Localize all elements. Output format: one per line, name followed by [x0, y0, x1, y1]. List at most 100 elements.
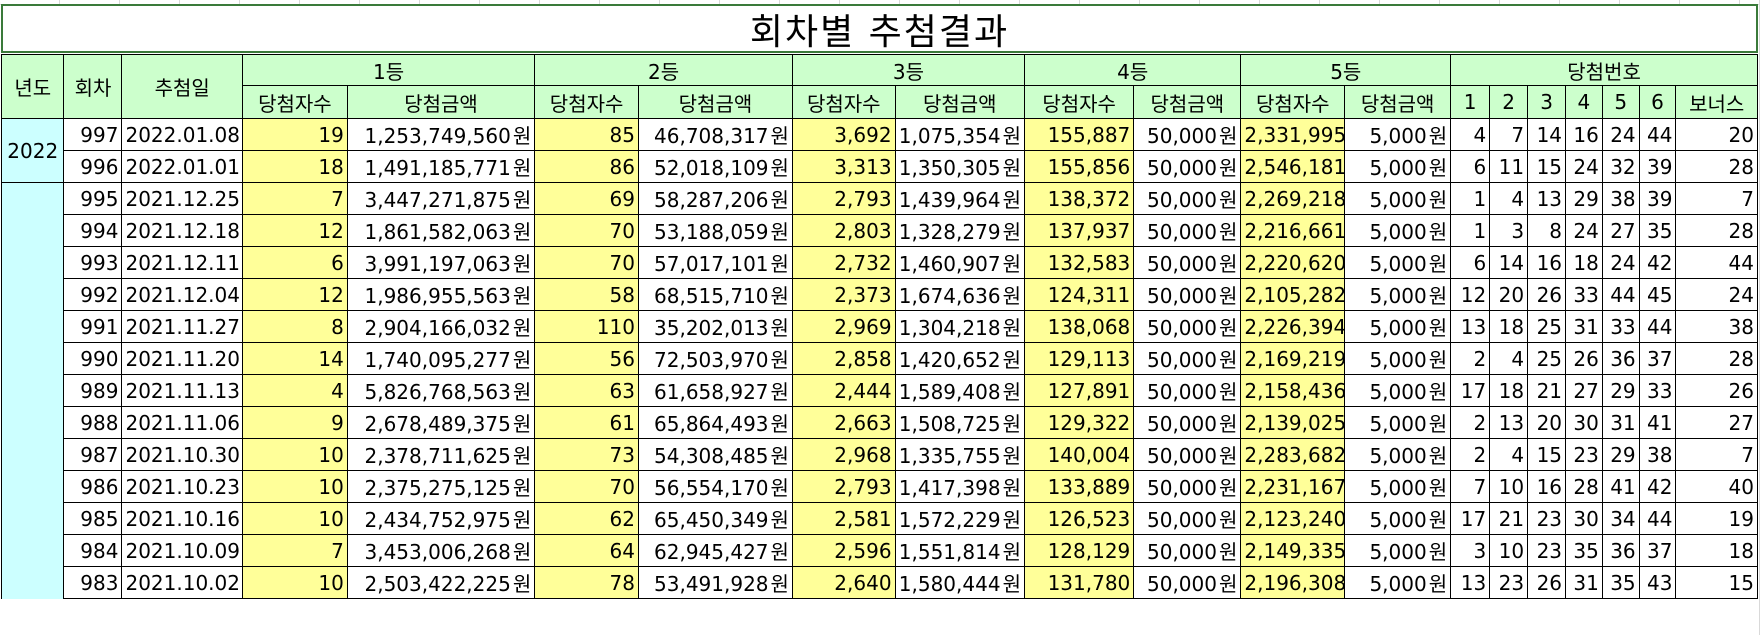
rank4-winners-cell[interactable]: 127,891 — [1023, 374, 1135, 407]
header-amount-1[interactable]: 당첨금액 — [346, 85, 536, 119]
rank5-amount-cell[interactable]: 5,000 원 — [1344, 470, 1452, 503]
rank3-winners-cell[interactable]: 3,692 — [791, 118, 896, 151]
rank5-winners-cell[interactable]: 2,216,661 — [1240, 214, 1346, 247]
rank5-winners-cell[interactable]: 2,149,335 — [1240, 534, 1346, 567]
winning-number-cell[interactable]: 43 — [1638, 566, 1677, 599]
rank2-amount-cell[interactable]: 65,864,493 원 — [637, 406, 793, 439]
winning-number-cell[interactable]: 1 — [1450, 214, 1491, 247]
rank5-amount-cell[interactable]: 5,000 원 — [1344, 182, 1452, 215]
winning-number-cell[interactable]: 27 — [1565, 374, 1603, 407]
winning-number-cell[interactable]: 34 — [1601, 502, 1640, 535]
rank3-winners-cell[interactable]: 2,640 — [791, 566, 896, 599]
rank2-winners-cell[interactable]: 110 — [534, 310, 639, 343]
rank2-amount-cell[interactable]: 65,450,349 원 — [637, 502, 793, 535]
rank3-amount-cell[interactable]: 1,508,725 원 — [894, 406, 1025, 439]
rank2-winners-cell[interactable]: 61 — [534, 406, 639, 439]
winning-number-cell[interactable]: 14 — [1527, 118, 1567, 151]
round-cell[interactable]: 994 — [63, 214, 123, 247]
rank1-amount-cell[interactable]: 2,378,711,625 원 — [346, 438, 536, 471]
header-number-3[interactable]: 3 — [1527, 85, 1567, 119]
header-amount-5[interactable]: 당첨금액 — [1344, 85, 1452, 119]
year-cell[interactable]: 2022 — [0, 118, 65, 183]
winning-number-cell[interactable]: 4 — [1489, 182, 1529, 215]
rank5-amount-cell[interactable]: 5,000 원 — [1344, 566, 1452, 599]
winning-number-cell[interactable]: 32 — [1601, 150, 1640, 183]
rank3-winners-cell[interactable]: 2,596 — [791, 534, 896, 567]
winning-number-cell[interactable]: 29 — [1601, 438, 1640, 471]
winning-number-cell[interactable]: 23 — [1489, 566, 1529, 599]
rank4-winners-cell[interactable]: 128,129 — [1023, 534, 1135, 567]
winning-number-cell[interactable]: 12 — [1450, 278, 1491, 311]
bonus-number-cell[interactable]: 20 — [1675, 118, 1758, 151]
winning-number-cell[interactable]: 36 — [1601, 534, 1640, 567]
rank5-winners-cell[interactable]: 2,546,181 — [1240, 150, 1346, 183]
rank4-amount-cell[interactable]: 50,000 원 — [1133, 118, 1242, 151]
winning-number-cell[interactable]: 21 — [1527, 374, 1567, 407]
rank4-winners-cell[interactable]: 131,780 — [1023, 566, 1135, 599]
rank5-winners-cell[interactable]: 2,331,995 — [1240, 118, 1346, 151]
winning-number-cell[interactable]: 1 — [1450, 182, 1491, 215]
rank3-amount-cell[interactable]: 1,304,218 원 — [894, 310, 1025, 343]
rank3-amount-cell[interactable]: 1,328,279 원 — [894, 214, 1025, 247]
header-round[interactable]: 회차 — [63, 54, 123, 119]
rank1-amount-cell[interactable]: 1,253,749,560 원 — [346, 118, 536, 151]
rank4-winners-cell[interactable]: 132,583 — [1023, 246, 1135, 279]
rank1-winners-cell[interactable]: 8 — [241, 310, 348, 343]
winning-number-cell[interactable]: 36 — [1601, 342, 1640, 375]
winning-number-cell[interactable]: 14 — [1489, 246, 1529, 279]
round-cell[interactable]: 986 — [63, 470, 123, 503]
rank1-winners-cell[interactable]: 12 — [241, 214, 348, 247]
rank4-amount-cell[interactable]: 50,000 원 — [1133, 214, 1242, 247]
rank3-winners-cell[interactable]: 2,969 — [791, 310, 896, 343]
draw-date-cell[interactable]: 2021.12.25 — [121, 182, 243, 215]
rank5-winners-cell[interactable]: 2,220,620 — [1240, 246, 1346, 279]
rank5-winners-cell[interactable]: 2,158,436 — [1240, 374, 1346, 407]
winning-number-cell[interactable]: 25 — [1527, 342, 1567, 375]
winning-number-cell[interactable]: 35 — [1601, 566, 1640, 599]
rank2-amount-cell[interactable]: 54,308,485 원 — [637, 438, 793, 471]
rank4-amount-cell[interactable]: 50,000 원 — [1133, 374, 1242, 407]
rank5-amount-cell[interactable]: 5,000 원 — [1344, 118, 1452, 151]
draw-date-cell[interactable]: 2022.01.01 — [121, 150, 243, 183]
winning-number-cell[interactable]: 31 — [1565, 566, 1603, 599]
winning-number-cell[interactable]: 23 — [1527, 502, 1567, 535]
header-number-4[interactable]: 4 — [1565, 85, 1603, 119]
winning-number-cell[interactable]: 4 — [1489, 342, 1529, 375]
winning-number-cell[interactable]: 7 — [1489, 118, 1529, 151]
rank1-winners-cell[interactable]: 19 — [241, 118, 348, 151]
rank3-amount-cell[interactable]: 1,335,755 원 — [894, 438, 1025, 471]
winning-number-cell[interactable]: 13 — [1450, 566, 1491, 599]
bonus-number-cell[interactable]: 7 — [1675, 182, 1758, 215]
winning-number-cell[interactable]: 27 — [1601, 214, 1640, 247]
winning-number-cell[interactable]: 33 — [1565, 278, 1603, 311]
bonus-number-cell[interactable]: 27 — [1675, 406, 1758, 439]
rank1-winners-cell[interactable]: 10 — [241, 470, 348, 503]
winning-number-cell[interactable]: 44 — [1601, 278, 1640, 311]
rank2-amount-cell[interactable]: 53,491,928 원 — [637, 566, 793, 599]
rank3-amount-cell[interactable]: 1,439,964 원 — [894, 182, 1025, 215]
rank1-amount-cell[interactable]: 2,904,166,032 원 — [346, 310, 536, 343]
rank4-amount-cell[interactable]: 50,000 원 — [1133, 406, 1242, 439]
rank3-winners-cell[interactable]: 2,373 — [791, 278, 896, 311]
winning-number-cell[interactable]: 24 — [1601, 118, 1640, 151]
header-amount-3[interactable]: 당첨금액 — [894, 85, 1025, 119]
rank4-winners-cell[interactable]: 129,322 — [1023, 406, 1135, 439]
winning-number-cell[interactable]: 45 — [1638, 278, 1677, 311]
header-winners-2[interactable]: 당첨자수 — [534, 85, 639, 119]
rank5-winners-cell[interactable]: 2,196,308 — [1240, 566, 1346, 599]
rank4-winners-cell[interactable]: 155,856 — [1023, 150, 1135, 183]
draw-date-cell[interactable]: 2021.10.02 — [121, 566, 243, 599]
draw-date-cell[interactable]: 2021.11.13 — [121, 374, 243, 407]
winning-number-cell[interactable]: 26 — [1527, 278, 1567, 311]
rank1-amount-cell[interactable]: 1,986,955,563 원 — [346, 278, 536, 311]
rank1-winners-cell[interactable]: 14 — [241, 342, 348, 375]
rank1-winners-cell[interactable]: 10 — [241, 502, 348, 535]
header-winners-3[interactable]: 당첨자수 — [791, 85, 896, 119]
winning-number-cell[interactable]: 6 — [1450, 246, 1491, 279]
header-number-2[interactable]: 2 — [1489, 85, 1529, 119]
rank5-winners-cell[interactable]: 2,123,240 — [1240, 502, 1346, 535]
winning-number-cell[interactable]: 3 — [1450, 534, 1491, 567]
rank4-amount-cell[interactable]: 50,000 원 — [1133, 182, 1242, 215]
rank1-amount-cell[interactable]: 2,678,489,375 원 — [346, 406, 536, 439]
year-cell[interactable] — [0, 182, 65, 599]
